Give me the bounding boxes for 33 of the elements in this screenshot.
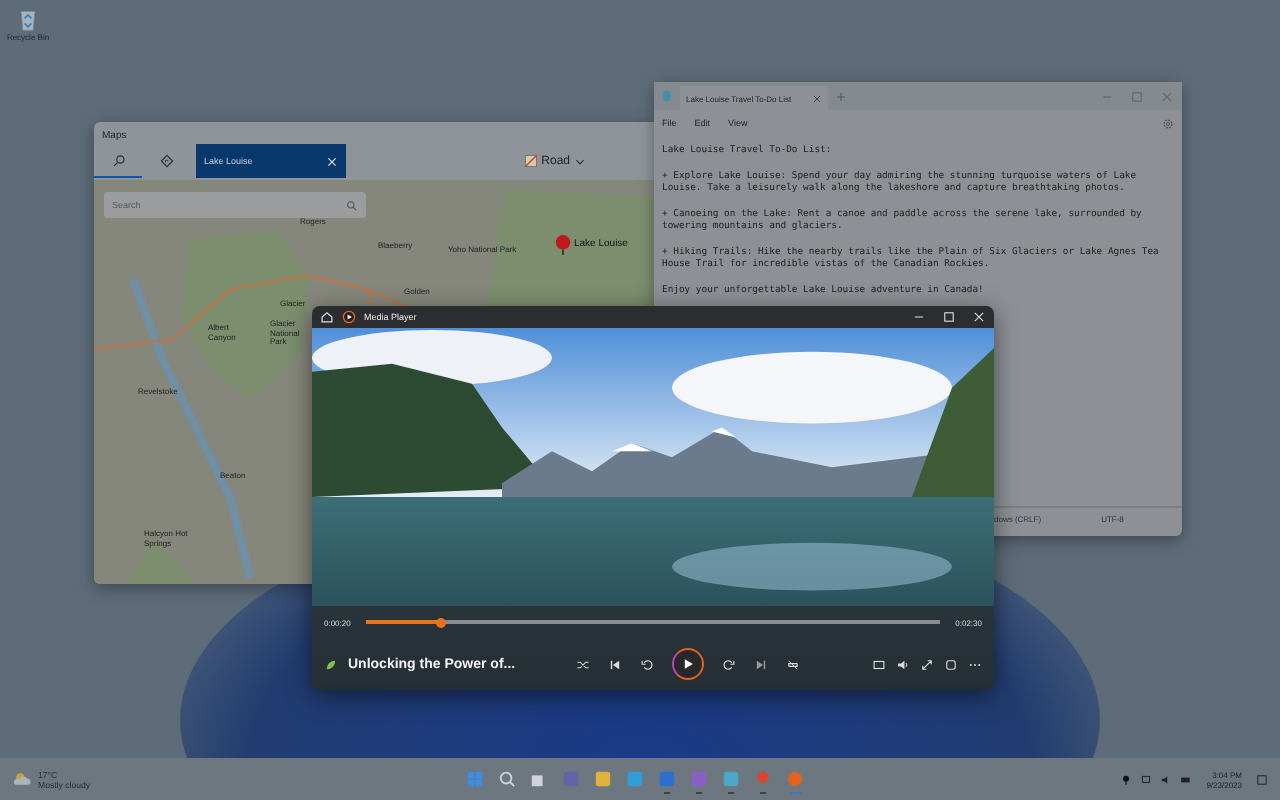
previous-icon[interactable] [607, 657, 622, 671]
battery-icon[interactable] [1180, 773, 1193, 785]
settings-icon[interactable] [1162, 117, 1174, 129]
play-button[interactable] [671, 648, 704, 680]
seek-thumb[interactable] [436, 617, 447, 627]
volume-icon[interactable] [896, 657, 910, 671]
search-icon[interactable] [346, 199, 358, 211]
miniplayer-icon[interactable] [872, 657, 886, 671]
shuffle-icon[interactable] [575, 657, 590, 671]
pin-tray-icon[interactable] [1120, 773, 1133, 785]
directions-icon [159, 153, 173, 167]
plus-icon[interactable] [835, 91, 846, 101]
notepad-icon [662, 90, 672, 102]
speaker-icon[interactable] [1160, 773, 1173, 785]
play-icon [679, 656, 696, 672]
repeat-icon[interactable] [785, 657, 800, 671]
forward-icon[interactable] [721, 657, 736, 671]
search-icon [111, 153, 125, 167]
minimize-icon[interactable] [912, 310, 926, 324]
home-icon[interactable] [320, 310, 334, 324]
chevron-down-icon [574, 155, 586, 167]
start-app-icon [466, 770, 484, 788]
leaf-icon [324, 657, 338, 671]
location-pin-icon[interactable] [554, 234, 572, 256]
map-layer-icon [523, 154, 538, 168]
close-icon [811, 93, 822, 103]
recycle-bin-icon[interactable] [16, 8, 40, 32]
fullscreen-icon[interactable] [920, 657, 934, 671]
media-player-icon [342, 310, 356, 324]
cloud-sun-icon[interactable] [12, 770, 32, 788]
rewind-icon[interactable] [639, 657, 654, 671]
next-icon[interactable] [753, 657, 768, 671]
search-app-icon [498, 770, 516, 788]
